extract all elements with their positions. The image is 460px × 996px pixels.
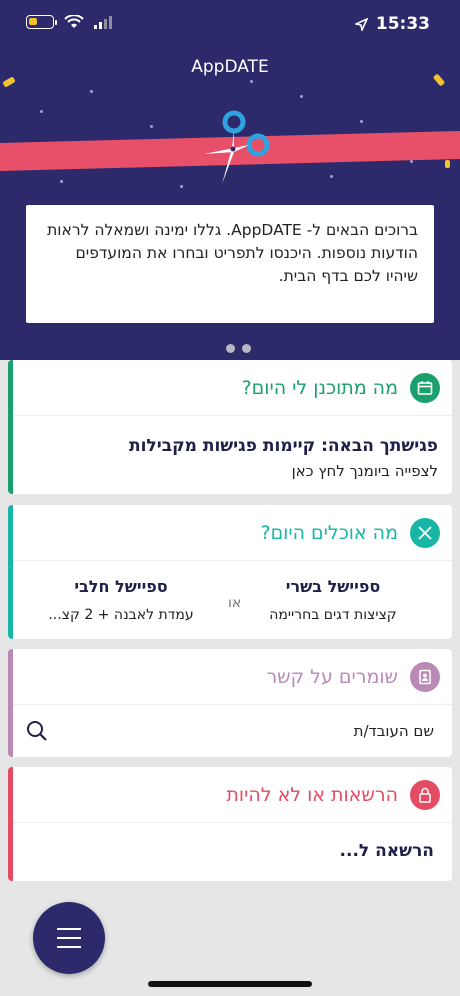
carousel-pager[interactable] [0,344,460,353]
status-time: 15:33 [375,14,430,34]
confetti-decoration [2,76,16,88]
home-indicator [148,981,312,987]
meat-special[interactable]: ספיישל בשרי קציצות דגים בחריימה [238,577,428,623]
food-options: ספיישל בשרי קציצות דגים בחריימה או ספייש… [8,561,452,639]
permissions-card[interactable]: הרשאות או לא להיות הרשאה ל... [8,767,452,881]
confetti-decoration [445,160,450,168]
wifi-icon [64,15,84,28]
schedule-card-header: מה מתוכנן לי היום? [8,360,452,416]
meat-special-desc: קציצות דגים בחריימה [269,607,397,623]
or-separator: או [228,595,242,611]
employee-search-input[interactable] [74,722,434,740]
calendar-icon [410,372,440,403]
schedule-card[interactable]: מה מתוכנן לי היום? פגישתך הבאה: קיימות פ… [8,360,452,494]
food-title: מה אוכלים היום? [260,521,398,544]
hamburger-menu-icon [57,928,81,948]
dairy-special-label: ספיישל חלבי [74,577,168,596]
signal-icon [94,15,112,29]
contacts-book-icon [410,661,440,692]
welcome-card: ברוכים הבאים ל- AppDATE. גללו ימינה ושמא… [26,205,434,323]
pager-dot-active[interactable] [209,344,219,353]
hero-banner[interactable]: AppDATE ברוכים הבאים ל- AppDATE. גללו ימ… [0,50,460,360]
dairy-special-desc: עמדת לאבנה + 2 קצ... [48,607,194,623]
permissions-title: הרשאות או לא להיות [226,783,398,806]
food-card-header: מה אוכלים היום? [8,505,452,561]
status-icons-left [26,15,112,29]
schedule-title: מה מתוכנן לי היום? [241,376,398,399]
contacts-card-header: שומרים על קשר [8,649,452,705]
employee-search [8,705,452,757]
pager-dot[interactable] [241,344,251,353]
meat-special-label: ספיישל בשרי [285,577,381,596]
location-arrow-icon [354,17,368,31]
app-title: AppDATE [191,57,269,77]
contacts-title: שומרים על קשר [266,665,398,688]
scissors-icon [204,110,270,184]
status-bar: 15:33 [0,0,460,50]
lock-icon [410,779,440,810]
food-card[interactable]: מה אוכלים היום? ספיישל בשרי קציצות דגים … [8,505,452,639]
welcome-text: ברוכים הבאים ל- AppDATE. גללו ימינה ושמא… [47,221,418,285]
next-meeting-text: פגישתך הבאה: קיימות פגישות מקבילות [128,436,438,456]
menu-button[interactable] [33,902,105,974]
status-right: 15:33 [354,14,430,34]
dairy-special[interactable]: ספיישל חלבי עמדת לאבנה + 2 קצ... [26,577,216,623]
contacts-card[interactable]: שומרים על קשר [8,649,452,757]
search-icon[interactable] [26,720,48,742]
utensils-icon [410,517,440,548]
pager-dot[interactable] [225,344,235,353]
permission-item[interactable]: הרשאה ל... [8,823,452,879]
battery-icon [26,15,57,29]
next-meeting[interactable]: פגישתך הבאה: קיימות פגישות מקבילות לצפיי… [8,416,452,480]
permissions-card-header: הרשאות או לא להיות [8,767,452,823]
calendar-link[interactable]: לצפייה ביומנך לחץ כאן [22,462,438,480]
